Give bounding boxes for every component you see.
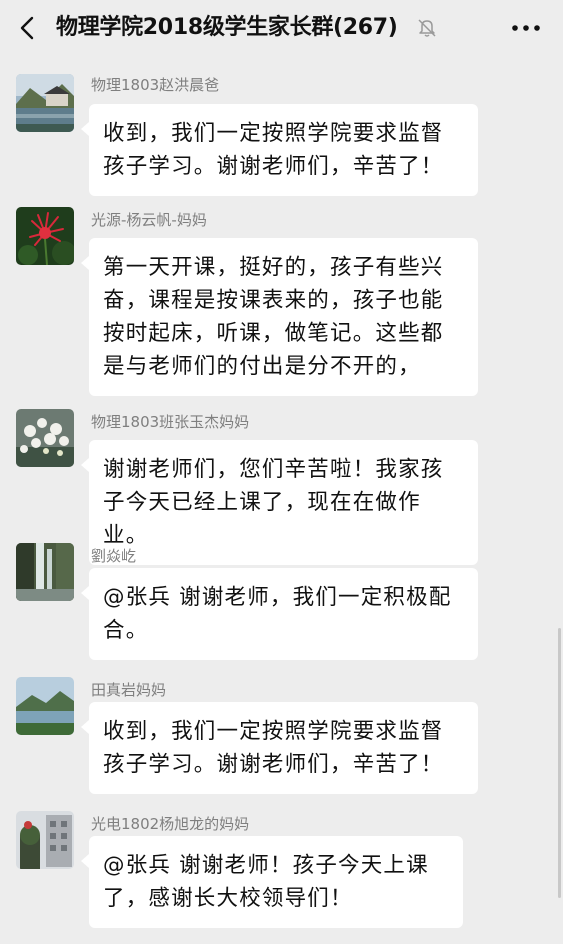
sender-name: 劉焱屹 — [91, 547, 137, 565]
back-button[interactable] — [12, 12, 44, 44]
message-bubble[interactable]: 收到，我们一定按照学院要求监督孩子学习。谢谢老师们，辛苦了！ — [81, 702, 478, 794]
red-flower-avatar — [16, 207, 74, 265]
sender-name: 物理1803赵洪晨爸 — [91, 76, 220, 94]
message-bubble[interactable]: @张兵 谢谢老师！孩子今天上课了，感谢长大校领导们！ — [81, 836, 463, 928]
message-bubble[interactable]: 第一天开课，挺好的，孩子有些兴奋，课程是按课表来的，孩子也能按时起床，听课，做笔… — [81, 238, 478, 396]
scrollbar[interactable] — [558, 628, 561, 898]
chat-header: 物理学院2018级学生家长群(267) — [0, 0, 563, 56]
waterfall-avatar — [16, 543, 74, 601]
sender-name: 田真岩妈妈 — [91, 681, 167, 699]
message-bubble[interactable]: 谢谢老师们，您们辛苦啦！我家孩子今天已经上课了，现在在做作业。 — [81, 440, 478, 565]
chat-title: 物理学院2018级学生家长群(267) — [56, 15, 398, 40]
sender-name: 物理1803班张玉杰妈妈 — [91, 413, 250, 431]
sender-avatar[interactable] — [16, 811, 74, 869]
sender-name: 光源-杨云帆-妈妈 — [91, 211, 207, 229]
message-bubble[interactable]: 收到，我们一定按照学院要求监督孩子学习。谢谢老师们，辛苦了！ — [81, 104, 478, 196]
sender-avatar[interactable] — [16, 409, 74, 467]
landscape-house-avatar — [16, 74, 74, 132]
sender-name: 光电1802杨旭龙的妈妈 — [91, 815, 250, 833]
chevron-left-icon — [20, 16, 34, 40]
more-button[interactable] — [504, 12, 548, 44]
message-bubble[interactable]: @张兵 谢谢老师，我们一定积极配合。 — [81, 568, 478, 660]
more-dots-icon — [512, 25, 540, 31]
sender-avatar[interactable] — [16, 207, 74, 265]
lake-mountain-avatar — [16, 677, 74, 735]
sender-avatar[interactable] — [16, 677, 74, 735]
bell-off-icon — [418, 19, 436, 37]
sender-avatar[interactable] — [16, 74, 74, 132]
white-flowers-avatar — [16, 409, 74, 467]
building-photo-avatar — [16, 811, 74, 869]
sender-avatar[interactable] — [16, 543, 74, 601]
